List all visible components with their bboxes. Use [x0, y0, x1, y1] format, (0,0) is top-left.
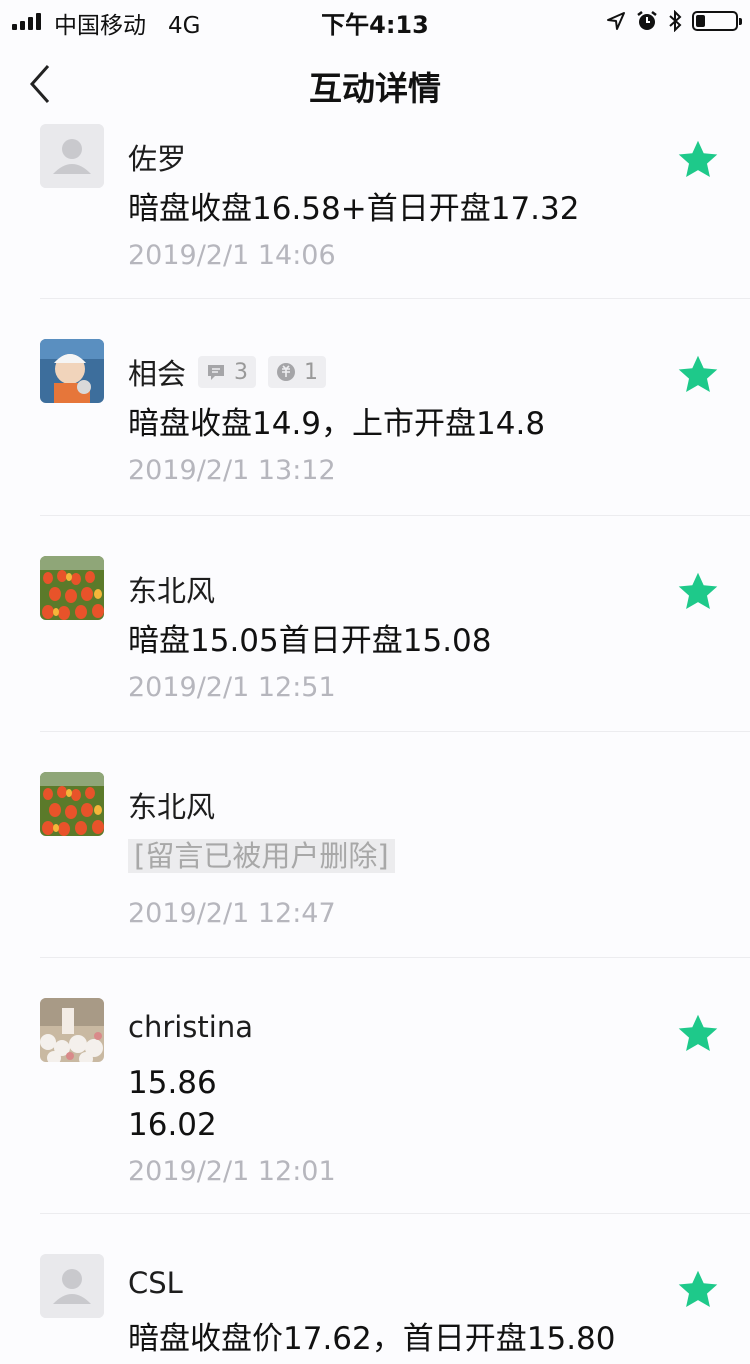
comment-item[interactable]: 相会 3 1 暗盘收盘14.9，上市开盘14.8 2019/2/1 13:12	[40, 299, 750, 516]
like-count-badge[interactable]: 1	[268, 356, 327, 388]
person-silhouette-icon	[40, 1254, 104, 1318]
person-silhouette-icon	[40, 124, 104, 188]
battery-icon	[692, 11, 742, 31]
featured-star-icon[interactable]	[676, 353, 720, 397]
location-arrow-icon	[607, 12, 625, 30]
comment-author[interactable]: 东北风	[128, 568, 215, 610]
comment-author[interactable]: 东北风	[128, 784, 215, 826]
baby-photo-avatar[interactable]	[40, 339, 104, 403]
comment-author[interactable]: CSL	[128, 1266, 183, 1300]
comment-author[interactable]: 佐罗	[128, 136, 186, 178]
tulips-photo-avatar[interactable]	[40, 772, 104, 836]
comment-item[interactable]: christina 15.86 16.02 2019/2/1 12:01	[40, 958, 750, 1214]
comment-timestamp: 2019/2/1 12:47	[128, 898, 336, 929]
comment-author[interactable]: 相会	[128, 351, 186, 393]
comment-bubble-icon	[208, 365, 225, 380]
featured-star-icon[interactable]	[676, 570, 720, 614]
comment-item[interactable]: 东北风 暗盘15.05首日开盘15.08 2019/2/1 12:51	[40, 516, 750, 732]
comment-text: 15.86 16.02	[128, 1065, 217, 1143]
comment-text: 暗盘收盘16.58+首日开盘17.32	[128, 191, 580, 227]
status-bar: 中国移动 4G 下午4:13	[0, 0, 750, 40]
alarm-clock-icon	[637, 11, 657, 30]
status-icons	[606, 8, 742, 34]
comment-timestamp: 2019/2/1 14:06	[128, 240, 336, 271]
reply-count-badge[interactable]: 3	[198, 356, 257, 388]
comment-text: 暗盘15.05首日开盘15.08	[128, 623, 492, 659]
featured-star-icon[interactable]	[676, 1268, 720, 1312]
comment-timestamp: 2019/2/1 12:51	[128, 672, 336, 703]
default-avatar[interactable]	[40, 1254, 104, 1318]
default-avatar[interactable]	[40, 124, 104, 188]
bluetooth-icon	[669, 10, 682, 32]
tulips-photo-avatar[interactable]	[40, 556, 104, 620]
comment-text: 暗盘收盘14.9，上市开盘14.8	[128, 406, 546, 442]
comment-item[interactable]: 佐罗 暗盘收盘16.58+首日开盘17.32 2019/2/1 14:06	[40, 124, 750, 299]
featured-star-icon[interactable]	[676, 1012, 720, 1056]
comment-timestamp: 2019/2/1 12:01	[128, 1156, 336, 1187]
page-title: 互动详情	[309, 69, 441, 108]
comment-item[interactable]: CSL 暗盘收盘价17.62，首日开盘15.80	[40, 1214, 750, 1364]
comment-list: 佐罗 暗盘收盘16.58+首日开盘17.32 2019/2/1 14:06 相会…	[0, 124, 750, 1364]
flowers-photo-avatar[interactable]	[40, 998, 104, 1062]
featured-star-icon[interactable]	[676, 138, 720, 182]
comment-item[interactable]: 东北风 [留言已被用户删除] 2019/2/1 12:47	[40, 732, 750, 958]
navigation-bar: 互动详情	[0, 40, 750, 128]
comment-timestamp: 2019/2/1 13:12	[128, 455, 336, 486]
comment-text: 暗盘收盘价17.62，首日开盘15.80	[128, 1321, 616, 1357]
coin-icon	[277, 363, 296, 381]
comment-author[interactable]: christina	[128, 1010, 253, 1044]
deleted-comment-notice: [留言已被用户删除]	[128, 839, 395, 873]
